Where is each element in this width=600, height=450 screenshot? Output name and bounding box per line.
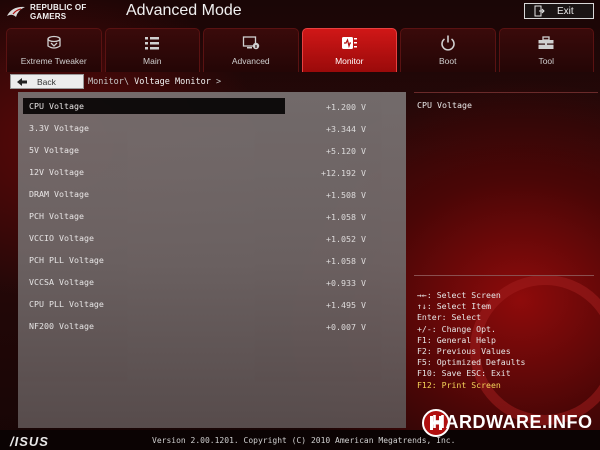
item-label: PCH PLL Voltage: [29, 255, 104, 265]
key-hint: Enter: Select: [417, 312, 482, 323]
item-label: 3.3V Voltage: [29, 123, 89, 133]
mode-title: Advanced Mode: [126, 2, 242, 19]
list-item-cpu-pll-voltage[interactable]: CPU PLL Voltage: [23, 296, 285, 312]
brand-line-1: REPUBLIC OF: [30, 3, 87, 12]
list-item-vccio-voltage[interactable]: VCCIO Voltage: [23, 230, 285, 246]
tab-label: Main: [143, 56, 162, 66]
list-item-pch-pll-voltage[interactable]: PCH PLL Voltage: [23, 252, 285, 268]
item-value: +1.058 V: [326, 256, 366, 266]
item-value: +1.052 V: [326, 234, 366, 244]
back-label: Back: [37, 76, 56, 87]
tab-label: Advanced: [231, 56, 270, 66]
advanced-icon: [242, 36, 259, 50]
tab-label: Monitor: [335, 56, 364, 66]
help-divider: [414, 275, 594, 276]
tab-monitor[interactable]: Monitor: [301, 28, 397, 72]
key-hint: F2: Previous Values: [417, 346, 511, 357]
watermark-text: HARDWARE.INFO: [432, 412, 593, 432]
item-value: +1.508 V: [326, 190, 366, 200]
key-legend: →←: Select Screen ↑↓: Select Item Enter:…: [417, 290, 525, 391]
toolbox-icon: [538, 36, 554, 49]
tab-advanced[interactable]: Advanced: [203, 28, 299, 72]
item-value: +3.344 V: [326, 124, 366, 134]
item-label: DRAM Voltage: [29, 189, 89, 199]
tab-main[interactable]: Main: [104, 28, 200, 72]
item-value: +0.007 V: [326, 322, 366, 332]
item-value: +1.058 V: [326, 212, 366, 222]
back-button[interactable]: Back: [10, 74, 84, 89]
key-hint: F1: General Help: [417, 334, 496, 345]
breadcrumb: Monitor\ Voltage Monitor >: [88, 77, 221, 87]
exit-door-icon: [534, 5, 545, 17]
key-hint: F10: Save ESC: Exit: [417, 368, 511, 379]
exit-button[interactable]: Exit: [524, 3, 594, 19]
back-arrow-icon: [17, 77, 27, 86]
item-value: +5.120 V: [326, 146, 366, 156]
list-icon: [145, 37, 160, 50]
item-value: +0.933 V: [326, 278, 366, 288]
list-item-pch-voltage[interactable]: PCH Voltage: [23, 208, 285, 224]
list-item-5v-voltage[interactable]: 5V Voltage: [23, 142, 285, 158]
monitor-icon: [342, 37, 358, 49]
tab-label: Tool: [538, 56, 555, 66]
item-value: +12.192 V: [321, 168, 366, 178]
power-icon: [440, 35, 455, 51]
help-top-divider: [414, 92, 598, 93]
hardware-info-watermark: HARDWARE.INFO: [420, 408, 596, 438]
item-label: VCCIO Voltage: [29, 233, 94, 243]
item-label: CPU PLL Voltage: [29, 299, 104, 309]
item-label: NF200 Voltage: [29, 321, 94, 331]
list-item-3v3-voltage[interactable]: 3.3V Voltage: [23, 120, 285, 136]
breadcrumb-current: Voltage Monitor: [134, 77, 211, 87]
tab-tool[interactable]: Tool: [498, 28, 594, 72]
tab-extreme-tweaker[interactable]: Extreme Tweaker: [6, 28, 102, 72]
item-label: VCCSA Voltage: [29, 277, 94, 287]
navigation-bar: Back Monitor\ Voltage Monitor >: [6, 74, 596, 90]
breadcrumb-suffix: >: [215, 77, 222, 87]
list-item-vccsa-voltage[interactable]: VCCSA Voltage: [23, 274, 285, 290]
tab-label: Extreme Tweaker: [20, 56, 87, 66]
asus-logo: /ISUS: [10, 434, 49, 449]
item-label: PCH Voltage: [29, 211, 84, 221]
rog-eye-logo-icon: [7, 6, 25, 17]
item-value: +1.495 V: [326, 300, 366, 310]
item-label: CPU Voltage: [29, 101, 84, 111]
tab-bar: Extreme Tweaker Main Advanced Monitor Bo…: [6, 28, 596, 72]
key-hint-print-screen: F12: Print Screen: [417, 379, 501, 390]
brand-line-2: GAMERS: [30, 12, 67, 21]
item-value: +1.200 V: [326, 102, 366, 112]
key-hint: +/-: Change Opt.: [417, 323, 496, 334]
version-text: Version 2.00.1201. Copyright (C) 2010 Am…: [152, 436, 456, 445]
key-hint: →←: Select Screen: [417, 290, 501, 300]
breadcrumb-parent[interactable]: Monitor\: [88, 77, 129, 87]
key-hint: F5: Optimized Defaults: [417, 357, 526, 368]
item-label: 12V Voltage: [29, 167, 84, 177]
key-hint: ↑↓: Select Item: [417, 301, 491, 312]
brand-logo-text: REPUBLIC OF GAMERS: [30, 3, 86, 21]
tweaker-icon: [47, 35, 61, 49]
help-description: CPU Voltage: [417, 100, 472, 110]
header: REPUBLIC OF GAMERS Advanced Mode Exit: [0, 0, 600, 26]
exit-label: Exit: [557, 5, 574, 17]
list-item-dram-voltage[interactable]: DRAM Voltage: [23, 186, 285, 202]
tab-boot[interactable]: Boot: [400, 28, 496, 72]
list-item-nf200-voltage[interactable]: NF200 Voltage: [23, 318, 285, 334]
tab-label: Boot: [439, 56, 457, 66]
list-item-12v-voltage[interactable]: 12V Voltage: [23, 164, 285, 180]
voltage-list-panel: CPU Voltage +1.200 V 3.3V Voltage +3.344…: [18, 92, 406, 428]
item-label: 5V Voltage: [29, 145, 79, 155]
help-panel: CPU Voltage →←: Select Screen ↑↓: Select…: [410, 92, 598, 428]
list-item-cpu-voltage[interactable]: CPU Voltage: [23, 98, 285, 114]
